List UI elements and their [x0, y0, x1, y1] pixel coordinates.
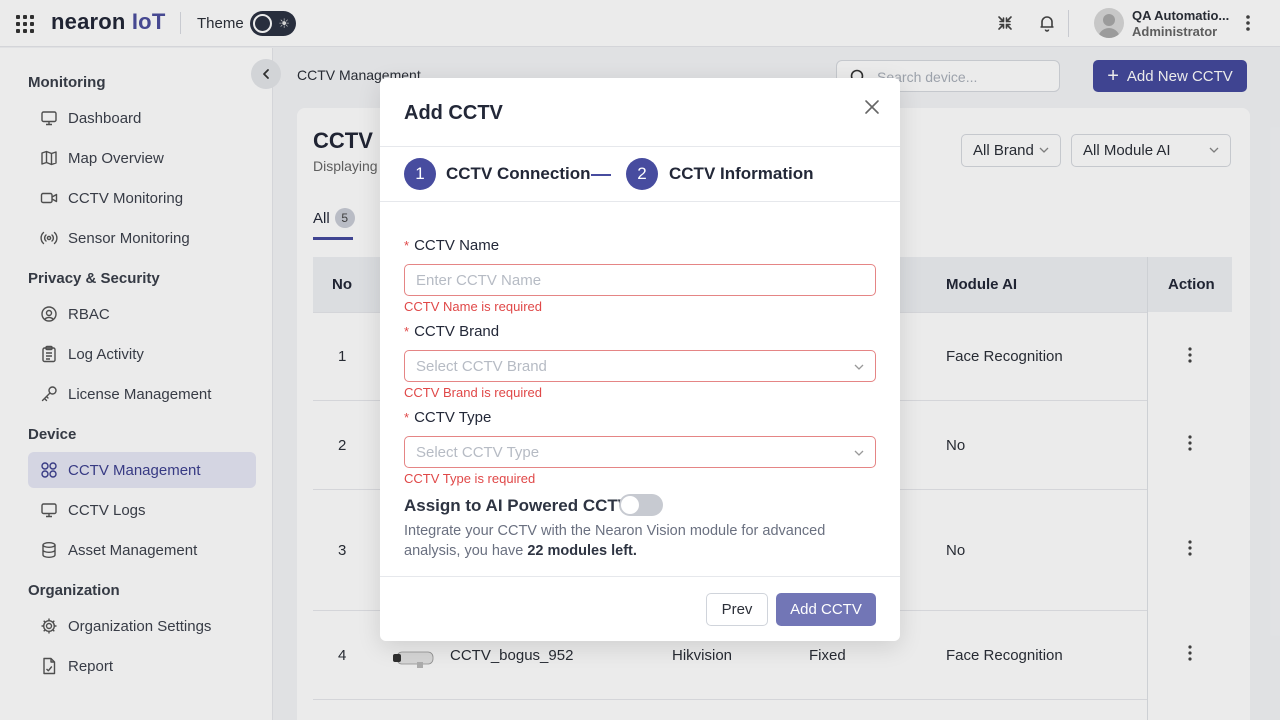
- ai-description: Integrate your CCTV with the Nearon Visi…: [404, 523, 826, 559]
- prev-button[interactable]: Prev: [706, 593, 768, 626]
- toggle-knob: [621, 496, 639, 514]
- modules-left: 22 modules left.: [527, 543, 637, 559]
- required-mark: *: [404, 324, 410, 339]
- required-mark: *: [404, 410, 410, 425]
- divider: [380, 576, 900, 577]
- cctv-type-error: CCTV Type is required: [404, 471, 536, 486]
- ai-assign-label: Assign to AI Powered CCTV: [404, 496, 630, 515]
- chevron-down-icon: [854, 450, 864, 456]
- step-2-number: 2: [626, 158, 658, 190]
- cctv-brand-select[interactable]: Select CCTV Brand: [404, 350, 876, 382]
- add-cctv-modal: Add CCTV 1 CCTV Connection 2 CCTV Inform…: [380, 78, 900, 641]
- step-1-number: 1: [404, 158, 436, 190]
- step-2-label: CCTV Information: [669, 164, 814, 183]
- cctv-type-select[interactable]: Select CCTV Type: [404, 436, 876, 468]
- step-connector: [591, 174, 611, 176]
- add-cctv-button[interactable]: Add CCTV: [776, 593, 876, 626]
- cctv-brand-label: * CCTV Brand: [404, 323, 500, 340]
- cctv-name-error: CCTV Name is required: [404, 299, 542, 314]
- required-mark: *: [404, 238, 410, 253]
- select-placeholder: Select CCTV Type: [416, 444, 540, 461]
- close-icon[interactable]: [862, 97, 882, 117]
- divider: [380, 146, 900, 147]
- cctv-type-label: * CCTV Type: [404, 409, 492, 426]
- cctv-name-label: * CCTV Name: [404, 237, 500, 254]
- divider: [380, 201, 900, 202]
- step-1-label: CCTV Connection: [446, 164, 591, 183]
- input-placeholder: Enter CCTV Name: [416, 272, 542, 289]
- modal-title: Add CCTV: [404, 102, 503, 124]
- chevron-down-icon: [854, 364, 864, 370]
- select-placeholder: Select CCTV Brand: [416, 358, 547, 375]
- ai-assign-toggle[interactable]: [619, 494, 663, 516]
- cctv-brand-error: CCTV Brand is required: [404, 385, 542, 400]
- cctv-name-input[interactable]: Enter CCTV Name: [404, 264, 876, 296]
